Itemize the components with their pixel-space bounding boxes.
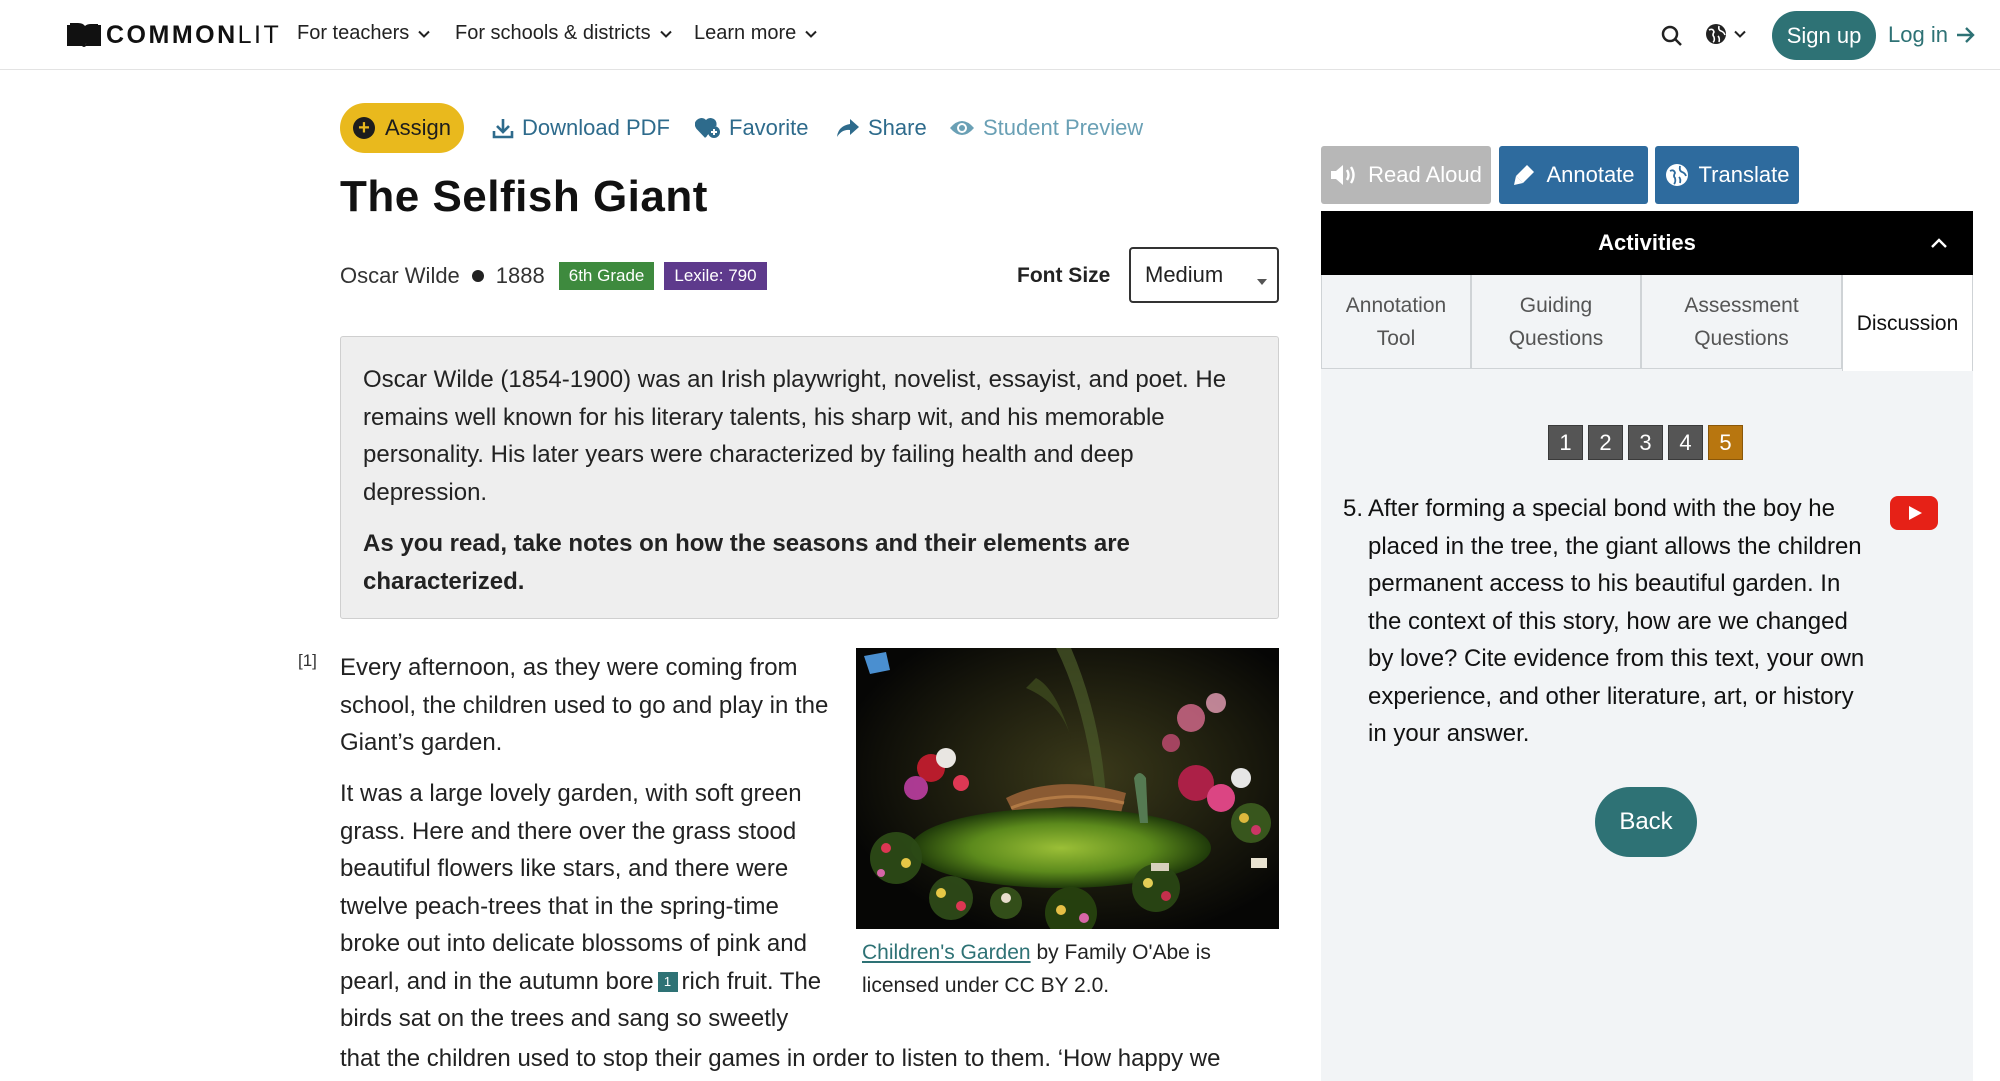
highlighter-icon [1514, 165, 1535, 185]
paragraph-2-text-a: It was a large lovely garden, with soft … [340, 780, 807, 995]
tab-guiding-questions-label: Guiding Questions [1508, 293, 1604, 350]
text-metadata: Oscar Wilde 1888 6th Grade Lexile: 790 [340, 262, 767, 290]
open-book-icon [67, 23, 101, 47]
question-number: 5. [1343, 495, 1364, 522]
top-navigation: COMMONLIT For teachers For schools & dis… [0, 0, 2000, 70]
activities-title: Activities [1598, 230, 1696, 255]
login-label: Log in [1888, 22, 1948, 47]
page-2-button[interactable]: 2 [1588, 425, 1623, 460]
download-icon [492, 119, 514, 139]
paragraph-number: [1] [298, 651, 317, 670]
nav-for-schools[interactable]: For schools & districts [455, 22, 673, 45]
assign-label: Assign [384, 115, 452, 140]
chevron-down-icon [659, 30, 672, 38]
download-pdf-button[interactable]: Download PDF [492, 115, 670, 141]
favorite-button[interactable]: Favorite [695, 115, 808, 141]
share-arrow-icon [837, 119, 859, 137]
translate-label: Translate [1698, 162, 1790, 187]
assign-button[interactable]: + Assign [340, 103, 464, 153]
page-1-button[interactable]: 1 [1548, 425, 1583, 460]
eye-icon [950, 121, 974, 135]
page-3-button[interactable]: 3 [1628, 425, 1663, 460]
plus-circle-icon: + [352, 117, 375, 139]
login-link[interactable]: Log in [1888, 22, 1976, 48]
student-preview-button[interactable]: Student Preview [949, 115, 1143, 141]
page-4-button[interactable]: 4 [1668, 425, 1703, 460]
favorite-label: Favorite [729, 115, 809, 140]
globe-icon [1665, 164, 1688, 186]
speaker-icon [1331, 165, 1355, 185]
student-preview-label: Student Preview [983, 115, 1144, 140]
footnote-marker[interactable]: 1 [657, 972, 678, 993]
author-name: Oscar Wilde [340, 263, 460, 288]
logo-wordmark: COMMONLIT [106, 20, 282, 49]
page-title: The Selfish Giant [340, 172, 708, 221]
read-aloud-button[interactable]: Read Aloud [1321, 146, 1491, 204]
page-5-button[interactable]: 5 [1708, 425, 1743, 460]
chevron-up-icon [1931, 238, 1947, 248]
signup-label: Sign up [1786, 22, 1862, 48]
nav-for-teachers[interactable]: For teachers [297, 22, 431, 45]
tab-annotation-tool[interactable]: Annotation Tool [1321, 275, 1471, 369]
separator-dot [471, 270, 484, 282]
chevron-down-icon [1734, 30, 1746, 38]
heart-plus-icon [695, 118, 720, 138]
activities-header[interactable]: Activities [1321, 211, 1973, 275]
back-button[interactable]: Back [1595, 787, 1697, 857]
read-aloud-label: Read Aloud [1368, 162, 1482, 187]
annotate-button[interactable]: Annotate [1499, 146, 1648, 204]
lexile-badge: Lexile: 790 [664, 262, 767, 290]
share-button[interactable]: Share [836, 115, 927, 141]
signup-button[interactable]: Sign up [1772, 11, 1876, 60]
arrow-right-icon [1956, 27, 1975, 43]
nav-learn-more[interactable]: Learn more [694, 22, 818, 45]
font-size-value: Medium [1145, 262, 1224, 287]
grade-badge: 6th Grade [558, 262, 655, 290]
search-icon[interactable] [1660, 24, 1684, 48]
caret-down-icon [1257, 279, 1267, 285]
discussion-question: After forming a special bond with the bo… [1368, 495, 1865, 747]
paragraph-1[interactable]: Every afternoon, as they were coming fro… [340, 649, 840, 762]
nav-learn-more-label: Learn more [694, 22, 797, 44]
font-size-label: Font Size [1017, 264, 1111, 287]
paragraph-2-continued[interactable]: that the children used to stop their gam… [340, 1040, 1290, 1078]
nav-for-teachers-label: For teachers [297, 22, 410, 44]
tab-guiding-questions[interactable]: Guiding Questions [1471, 275, 1641, 369]
reading-prompt: As you read, take notes on how the seaso… [363, 530, 1130, 595]
image-caption: Children's Garden by Family O'Abe is lic… [862, 936, 1282, 1002]
tab-assessment-questions-label: Assessment Questions [1684, 293, 1799, 350]
nav-for-schools-label: For schools & districts [455, 22, 651, 44]
translate-button[interactable]: Translate [1655, 146, 1799, 204]
share-label: Share [868, 115, 927, 140]
commonlit-logo[interactable]: COMMONLIT [66, 20, 281, 50]
childrens-garden-image[interactable] [856, 648, 1279, 929]
image-source-link[interactable]: Children's Garden [862, 941, 1031, 964]
publication-year: 1888 [495, 263, 545, 288]
garden-photo [856, 648, 1279, 929]
paragraph-2[interactable]: It was a large lovely garden, with soft … [340, 775, 840, 1038]
tab-annotation-tool-label: Annotation Tool [1345, 293, 1447, 350]
download-pdf-label: Download PDF [522, 115, 670, 140]
chevron-down-icon [418, 30, 430, 38]
chevron-down-icon [805, 30, 817, 38]
back-label: Back [1619, 808, 1673, 835]
question-pager: 1 2 3 4 5 [1548, 425, 1743, 460]
globe-icon [1706, 24, 1726, 44]
language-selector[interactable] [1705, 23, 1747, 45]
introduction-box: Oscar Wilde (1854-1900) was an Irish pla… [340, 336, 1279, 619]
tab-discussion-label: Discussion [1856, 311, 1959, 335]
tab-discussion[interactable]: Discussion [1842, 275, 1973, 371]
tab-assessment-questions[interactable]: Assessment Questions [1641, 275, 1842, 369]
introduction-text: Oscar Wilde (1854-1900) was an Irish pla… [363, 366, 1227, 506]
font-size-select[interactable]: Medium [1129, 247, 1279, 303]
annotate-label: Annotate [1546, 162, 1635, 187]
youtube-video-icon[interactable] [1890, 496, 1938, 530]
activity-tabs: Annotation Tool Guiding Questions Assess… [1321, 275, 1973, 371]
